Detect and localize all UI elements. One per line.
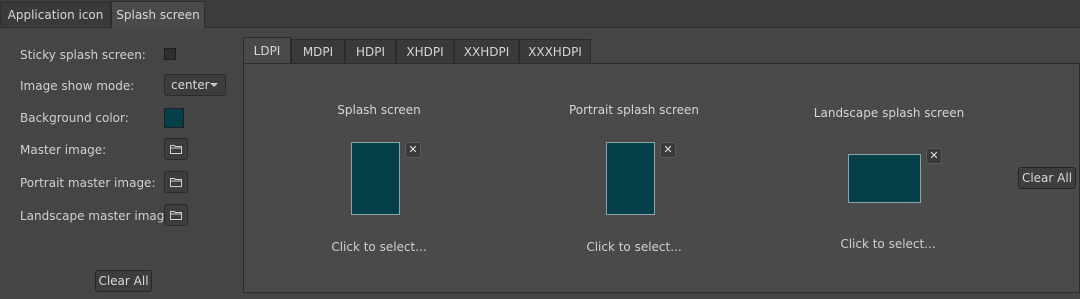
close-icon[interactable]: ✕ [405, 142, 421, 158]
top-tab-bar: Application icon Splash screen [0, 0, 1080, 28]
sticky-splash-checkbox[interactable] [164, 48, 176, 60]
close-icon[interactable]: ✕ [660, 142, 676, 158]
splash-screen-select-label[interactable]: Click to select... [304, 240, 454, 254]
tab-application-icon[interactable]: Application icon [0, 2, 111, 26]
landscape-master-image-label: Landscape master image: [20, 209, 176, 223]
clear-all-button[interactable]: Clear All [95, 270, 152, 292]
density-content: Splash screen ✕ Click to select... Portr… [243, 63, 1080, 293]
density-panel: LDPI MDPI HDPI XHDPI XXHDPI XXXHDPI Spla… [243, 37, 1080, 293]
portrait-splash-screen-preview[interactable] [606, 142, 655, 215]
tab-splash-screen[interactable]: Splash screen [111, 1, 205, 28]
tab-ldpi[interactable]: LDPI [243, 37, 291, 64]
landscape-splash-screen-select-label[interactable]: Click to select... [813, 237, 963, 251]
portrait-master-image-label: Portrait master image: [20, 176, 156, 190]
splash-screen-preview[interactable] [351, 142, 400, 215]
folder-icon [170, 178, 182, 187]
portrait-splash-screen-title: Portrait splash screen [568, 103, 700, 117]
image-show-mode-value: center [171, 78, 210, 92]
tab-mdpi[interactable]: MDPI [291, 39, 345, 63]
splash-screen-editor: Application icon Splash screen Sticky sp… [0, 0, 1080, 299]
tab-xxhdpi[interactable]: XXHDPI [454, 39, 519, 63]
background-color-picker[interactable] [164, 108, 184, 128]
master-image-browse-button[interactable] [164, 138, 188, 160]
tab-xhdpi[interactable]: XHDPI [396, 39, 454, 63]
landscape-splash-screen-preview[interactable] [848, 154, 921, 203]
clear-all-density-button[interactable]: Clear All [1018, 167, 1076, 189]
folder-icon [170, 145, 182, 154]
splash-screen-title: Splash screen [337, 103, 421, 117]
portrait-splash-screen-select-label[interactable]: Click to select... [559, 240, 709, 254]
sticky-splash-label: Sticky splash screen: [20, 48, 146, 62]
portrait-master-image-browse-button[interactable] [164, 171, 188, 193]
close-icon[interactable]: ✕ [926, 148, 942, 164]
background-color-label: Background color: [20, 111, 129, 125]
chevron-down-icon [210, 83, 218, 87]
master-image-label: Master image: [20, 143, 107, 157]
tab-xxxhdpi[interactable]: XXXHDPI [519, 39, 591, 63]
settings-panel: Sticky splash screen: Image show mode: c… [0, 28, 240, 299]
folder-icon [170, 211, 182, 220]
landscape-splash-screen-title: Landscape splash screen [813, 106, 965, 120]
image-show-mode-select[interactable]: center [164, 74, 226, 96]
landscape-master-image-browse-button[interactable] [164, 204, 188, 226]
image-show-mode-label: Image show mode: [20, 79, 135, 93]
tab-hdpi[interactable]: HDPI [345, 39, 396, 63]
